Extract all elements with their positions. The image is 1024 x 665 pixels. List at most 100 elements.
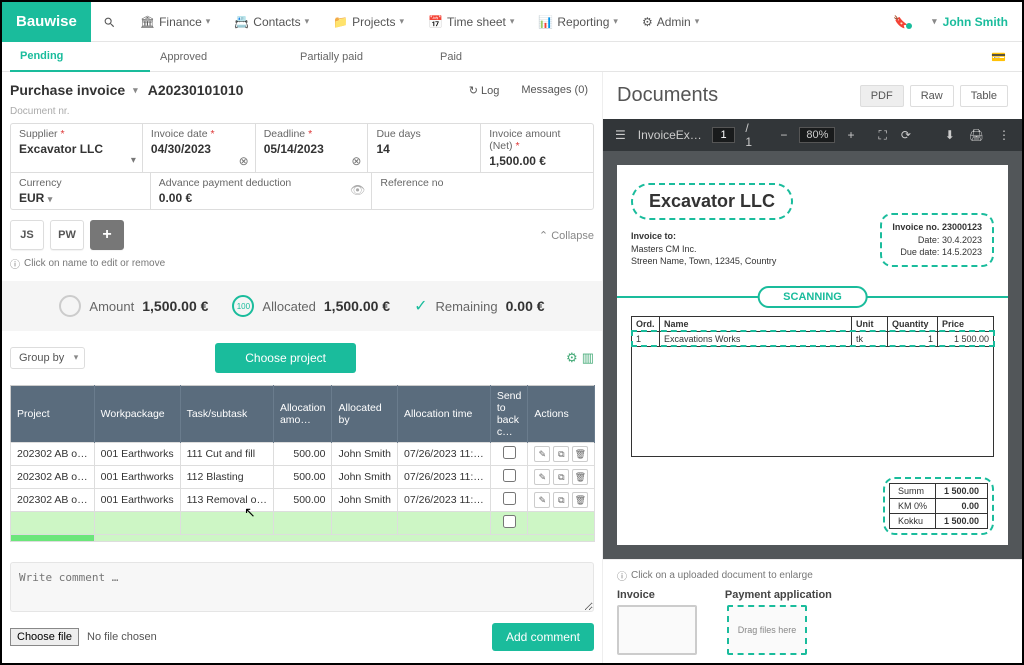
download-icon[interactable]: ⬇ xyxy=(943,126,957,144)
col-workpackage[interactable]: Workpackage xyxy=(94,386,180,443)
table-row[interactable]: 202302 AB o…001 Earthworks113 Removal o…… xyxy=(11,489,595,512)
send-checkbox[interactable] xyxy=(503,492,516,505)
bank-icon: 🏛 xyxy=(140,15,155,29)
nav-reporting[interactable]: 📊Reporting▾ xyxy=(526,2,630,42)
documents-title: Documents xyxy=(617,84,718,107)
field-advance[interactable]: Advance payment deduction 0.00 € 👁 xyxy=(151,173,373,209)
edit-hint: ⓘClick on name to edit or remove xyxy=(10,256,594,271)
field-invoice-date[interactable]: Invoice date * 04/30/2023 ⊗ xyxy=(143,124,256,172)
tab-partially-paid[interactable]: Partially paid xyxy=(290,42,430,72)
invoice-thumbnail[interactable] xyxy=(617,605,697,655)
choose-project-button[interactable]: Choose project xyxy=(215,343,356,373)
invoice-type-select[interactable]: Purchase invoice▾ xyxy=(10,82,138,98)
field-deadline[interactable]: Deadline * 05/14/2023 ⊗ xyxy=(256,124,369,172)
summary-bar: Amount1,500.00 € 100Allocated1,500.00 € … xyxy=(2,281,602,331)
field-invoice-amount[interactable]: Invoice amount (Net) * 1,500.00 € xyxy=(481,124,593,172)
columns-icon[interactable]: ▥ xyxy=(582,350,594,366)
tab-approved[interactable]: Approved xyxy=(150,42,290,72)
view-pdf[interactable]: PDF xyxy=(860,85,904,107)
pdf-filename: InvoiceEx… xyxy=(638,128,702,142)
allocation-table: Project Workpackage Task/subtask Allocat… xyxy=(10,385,595,542)
delete-icon[interactable]: 🗑 xyxy=(572,469,588,485)
user-menu[interactable]: ▾John Smith xyxy=(918,15,1022,29)
add-approver-button[interactable]: + xyxy=(90,220,124,250)
search-icon[interactable] xyxy=(91,14,128,28)
add-comment-button[interactable]: Add comment xyxy=(492,623,594,651)
choose-file-button[interactable]: Choose file xyxy=(10,628,79,646)
edit-icon[interactable]: ✎ xyxy=(534,469,550,485)
approver-avatar-1[interactable]: JS xyxy=(10,220,44,250)
pdf-totals: Summ1 500.00 KM 0%0.00 Kokku1 500.00 xyxy=(883,477,994,535)
field-due-days[interactable]: Due days 14 xyxy=(368,124,481,172)
zoom-in-icon[interactable]: + xyxy=(845,126,856,144)
menu-icon[interactable]: ☰ xyxy=(613,126,628,144)
rotate-icon[interactable]: ⟳ xyxy=(899,126,913,144)
card-icon[interactable]: 💳 xyxy=(983,50,1014,64)
nav-admin[interactable]: ⚙Admin▾ xyxy=(630,2,711,42)
col-time[interactable]: Allocation time xyxy=(398,386,491,443)
contacts-icon: 📇 xyxy=(234,15,249,29)
print-icon[interactable]: 🖨 xyxy=(967,126,986,144)
col-by[interactable]: Allocated by xyxy=(332,386,398,443)
doc-type-payment: Payment application xyxy=(725,589,832,601)
payment-dropzone[interactable]: Drag files here xyxy=(727,605,807,655)
scanning-badge: SCANNING xyxy=(757,286,868,308)
send-checkbox[interactable] xyxy=(503,446,516,459)
approver-avatar-2[interactable]: PW xyxy=(50,220,84,250)
settings-icon[interactable]: ⚙ xyxy=(566,350,578,366)
collapse-link[interactable]: ⌃ Collapse xyxy=(539,229,594,242)
chart-icon: 📊 xyxy=(538,15,553,29)
clear-icon[interactable]: ⊗ xyxy=(351,154,361,168)
nav-contacts[interactable]: 📇Contacts▾ xyxy=(222,2,321,42)
delete-icon[interactable]: 🗑 xyxy=(572,492,588,508)
messages-link[interactable]: Messages (0) xyxy=(515,84,594,96)
pdf-document[interactable]: Excavator LLC Invoice to: Masters CM Inc… xyxy=(617,165,1008,545)
document-nr-label: Document nr. xyxy=(10,104,594,123)
send-checkbox[interactable] xyxy=(503,469,516,482)
edit-icon[interactable]: ✎ xyxy=(534,492,550,508)
copy-icon[interactable]: ⧉ xyxy=(553,446,569,462)
more-icon[interactable]: ⋮ xyxy=(996,126,1012,144)
nav-timesheet[interactable]: 📅Time sheet▾ xyxy=(416,2,526,42)
field-currency[interactable]: Currency EUR ▾ xyxy=(11,173,151,209)
field-reference[interactable]: Reference no xyxy=(372,173,593,209)
fit-icon[interactable]: ⛶ xyxy=(876,126,888,145)
comment-input[interactable] xyxy=(10,562,594,612)
col-send[interactable]: Send to back c… xyxy=(490,386,528,443)
nav-projects[interactable]: 📁Projects▾ xyxy=(321,2,416,42)
enlarge-hint: ⓘClick on a uploaded document to enlarge xyxy=(617,568,1008,583)
view-raw[interactable]: Raw xyxy=(910,85,954,107)
clear-icon[interactable]: ⊗ xyxy=(239,154,249,168)
group-by-select[interactable]: Group by ▾ xyxy=(10,347,85,369)
info-icon: ⓘ xyxy=(617,568,627,583)
eye-icon[interactable]: 👁 xyxy=(350,183,365,197)
nav-finance[interactable]: 🏛Finance▾ xyxy=(128,2,222,42)
field-supplier[interactable]: Supplier * Excavator LLC ▾ xyxy=(11,124,143,172)
table-row[interactable]: 202302 AB o…001 Earthworks112 Blasting50… xyxy=(11,466,595,489)
invoice-number: A20230101010 xyxy=(148,82,244,98)
folder-icon: 📁 xyxy=(333,15,348,29)
log-link[interactable]: ↻ Log xyxy=(463,84,506,97)
col-project[interactable]: Project xyxy=(11,386,95,443)
table-row[interactable]: 202302 AB o…001 Earthworks111 Cut and fi… xyxy=(11,443,595,466)
cursor-icon: ↖ xyxy=(244,504,256,521)
check-icon: ✓ xyxy=(414,296,427,316)
brand-logo[interactable]: Bauwise xyxy=(2,2,91,42)
zoom-out-icon[interactable]: − xyxy=(778,126,789,144)
zoom-level[interactable]: 80% xyxy=(799,127,835,143)
calendar-icon: 📅 xyxy=(428,15,443,29)
edit-icon[interactable]: ✎ xyxy=(534,446,550,462)
info-icon: ⓘ xyxy=(10,256,20,271)
tab-pending[interactable]: Pending xyxy=(10,42,150,72)
notification-icon[interactable]: 🔖 xyxy=(883,15,918,29)
copy-icon[interactable]: ⧉ xyxy=(553,469,569,485)
page-input[interactable]: 1 xyxy=(712,127,736,143)
col-actions[interactable]: Actions xyxy=(528,386,595,443)
col-amount[interactable]: Allocation amo… xyxy=(273,386,332,443)
delete-icon[interactable]: 🗑 xyxy=(572,446,588,462)
send-checkbox[interactable] xyxy=(503,515,516,528)
tab-paid[interactable]: Paid xyxy=(430,42,570,72)
copy-icon[interactable]: ⧉ xyxy=(553,492,569,508)
col-task[interactable]: Task/subtask xyxy=(180,386,273,443)
view-table[interactable]: Table xyxy=(960,85,1008,107)
